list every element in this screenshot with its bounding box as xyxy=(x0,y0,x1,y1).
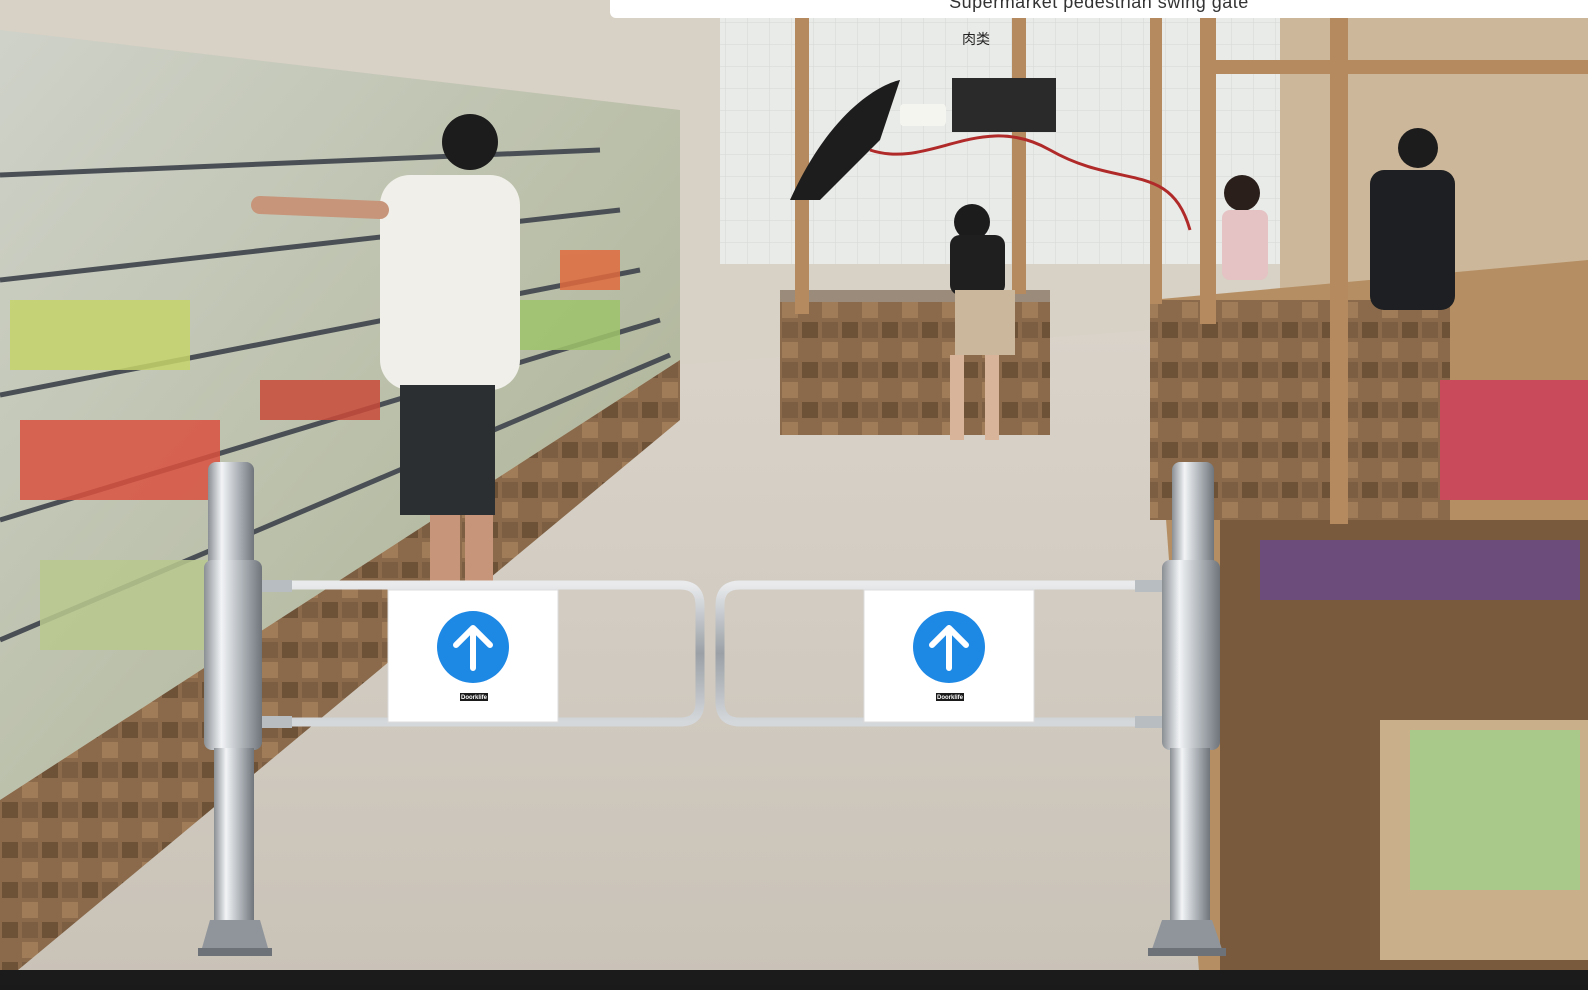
meat-section-sign: 肉类 xyxy=(962,32,990,48)
right-gate-panel: Doorklife xyxy=(863,589,1035,723)
bottom-strip xyxy=(0,970,1588,985)
caption-text: Supermarket pedestrian swing gate xyxy=(949,0,1249,12)
caption-bar: Supermarket pedestrian swing gate xyxy=(610,0,1588,18)
left-panel-brand: Doorklife xyxy=(461,695,488,701)
supermarket-scene: 肉类 Doorklife Doorklife xyxy=(0,0,1588,985)
right-panel-brand: Doorklife xyxy=(937,695,964,701)
left-gate-panel: Doorklife xyxy=(387,589,559,723)
